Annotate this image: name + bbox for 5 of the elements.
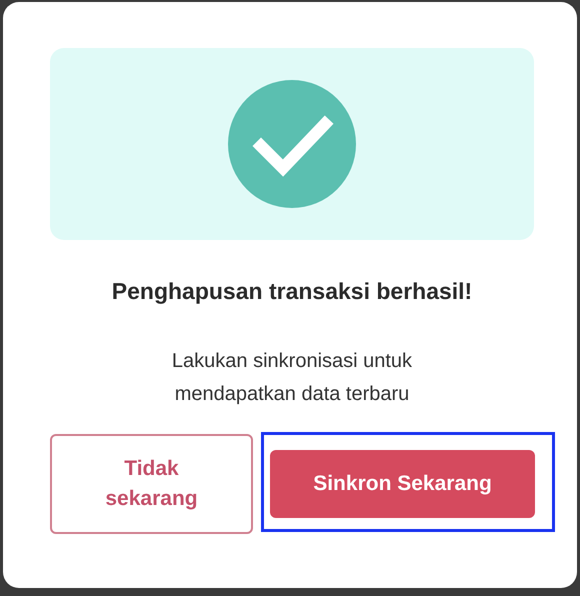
not-now-button[interactable]: Tidak sekarang <box>50 434 253 534</box>
dialog-message: Lakukan sinkronisasi untuk mendapatkan data terbaru <box>170 349 414 407</box>
checkmark-icon <box>228 80 356 208</box>
sync-now-button[interactable]: Sinkron Sekarang <box>270 450 535 518</box>
dialog-title: Penghapusan transaksi berhasil! <box>110 278 474 305</box>
